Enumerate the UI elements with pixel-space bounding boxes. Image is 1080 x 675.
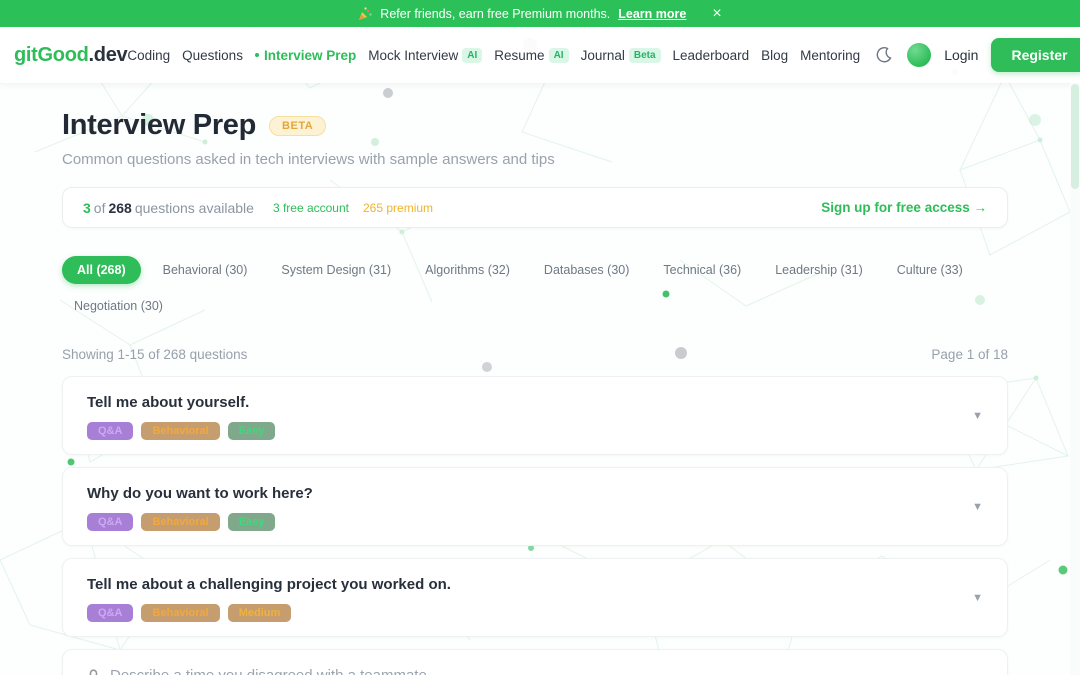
free-account-note: 3 free account — [273, 201, 349, 215]
banner-learn-more-link[interactable]: Learn more — [618, 7, 686, 21]
login-link[interactable]: Login — [944, 47, 978, 63]
nav-item-questions[interactable]: Questions — [182, 48, 243, 63]
site-logo[interactable]: gitGood.dev — [14, 44, 127, 67]
question-title: Why do you want to work here? — [87, 484, 963, 503]
question-title: Tell me about a challenging project you … — [87, 575, 963, 594]
dark-mode-toggle[interactable] — [874, 45, 894, 65]
filter-chip-negotiation-30[interactable]: Negotiation (30) — [62, 292, 175, 320]
nav-item-label: Mentoring — [800, 48, 860, 63]
tag-medium: Medium — [228, 604, 292, 622]
availability-bar: 3 of 268 questions available 3 free acco… — [62, 187, 1008, 228]
filter-chip-databases-30[interactable]: Databases (30) — [532, 256, 641, 284]
main-content: Interview Prep BETA Common questions ask… — [62, 83, 1008, 675]
tag-q-a: Q&A — [87, 604, 133, 622]
filter-chip-technical-36[interactable]: Technical (36) — [651, 256, 753, 284]
nav-item-label: Mock Interview — [368, 48, 458, 63]
signup-cta-link[interactable]: Sign up for free access → — [821, 200, 987, 215]
filter-chip-all-268[interactable]: All (268) — [62, 256, 141, 284]
question-card[interactable]: Tell me about a challenging project you … — [62, 558, 1008, 637]
showing-count: Showing 1-15 of 268 questions — [62, 347, 247, 362]
nav-item-label: Blog — [761, 48, 788, 63]
tag-behavioral: Behavioral — [141, 422, 219, 440]
tag-q-a: Q&A — [87, 422, 133, 440]
filter-chip-system-design-31[interactable]: System Design (31) — [269, 256, 403, 284]
nav-right: Login Register — [874, 38, 1080, 72]
filter-chip-culture-33[interactable]: Culture (33) — [885, 256, 975, 284]
promo-banner: Refer friends, earn free Premium months.… — [0, 0, 1080, 27]
nav-item-badge: AI — [549, 48, 569, 63]
free-count: 3 — [83, 200, 91, 216]
question-list: Tell me about yourself. Q&A Behavioral Easy… — [62, 376, 1008, 675]
logo-brand: gitGood — [14, 44, 89, 66]
chevron-down-icon[interactable]: ▼ — [972, 410, 983, 422]
nav-item-label: Questions — [182, 48, 243, 63]
filter-chip-behavioral-30[interactable]: Behavioral (30) — [151, 256, 260, 284]
availability-label: questions available — [135, 200, 254, 216]
page-title: Interview Prep — [62, 109, 256, 142]
question-tags: Q&A Behavioral Medium — [87, 604, 963, 622]
question-title-text: Describe a time you disagreed with a tea… — [110, 666, 431, 675]
question-title-text: Tell me about yourself. — [87, 393, 249, 412]
tag-q-a: Q&A — [87, 513, 133, 531]
nav-item-mock-interview[interactable]: Mock Interview AI — [368, 48, 482, 63]
tag-easy: Easy — [228, 513, 276, 531]
tag-behavioral: Behavioral — [141, 604, 219, 622]
results-meta: Showing 1-15 of 268 questions Page 1 of … — [62, 347, 1008, 362]
chevron-down-icon[interactable]: ▼ — [972, 501, 983, 513]
nav-item-mentoring[interactable]: Mentoring — [800, 48, 860, 63]
filter-chips: All (268) Behavioral (30) System Design (3… — [62, 256, 1008, 320]
nav-item-label: Interview Prep — [264, 48, 356, 63]
lock-icon — [87, 669, 100, 675]
nav-item-label: Journal — [581, 48, 625, 63]
filter-chip-leadership-31[interactable]: Leadership (31) — [763, 256, 875, 284]
nav-item-journal[interactable]: Journal Beta — [581, 48, 661, 63]
tag-easy: Easy — [228, 422, 276, 440]
nav-item-label: Coding — [127, 48, 170, 63]
total-count: 268 — [108, 200, 131, 216]
banner-text: Refer friends, earn free Premium months. — [380, 7, 610, 21]
nav-item-blog[interactable]: Blog — [761, 48, 788, 63]
question-title: Tell me about yourself. — [87, 393, 963, 412]
beta-badge: BETA — [269, 116, 326, 136]
nav-item-badge: AI — [462, 48, 482, 63]
nav-item-resume[interactable]: Resume AI — [494, 48, 568, 63]
scrollbar-track — [1070, 83, 1080, 675]
party-popper-icon — [358, 7, 372, 21]
navbar: gitGood.dev Coding Questions Interview Pre… — [0, 27, 1080, 83]
page-indicator: Page 1 of 18 — [931, 347, 1008, 362]
of-word: of — [94, 200, 106, 216]
tag-behavioral: Behavioral — [141, 513, 219, 531]
question-tags: Q&A Behavioral Easy — [87, 513, 963, 531]
register-button[interactable]: Register — [991, 38, 1080, 72]
premium-note: 265 premium — [363, 201, 433, 215]
question-card[interactable]: Describe a time you disagreed with a tea… — [62, 649, 1008, 675]
nav-item-coding[interactable]: Coding — [127, 48, 170, 63]
question-card[interactable]: Why do you want to work here? Q&A Behavior… — [62, 467, 1008, 546]
question-tags: Q&A Behavioral Easy — [87, 422, 963, 440]
nav-item-label: Leaderboard — [673, 48, 750, 63]
avatar-circle[interactable] — [907, 43, 931, 67]
nav-item-interview-prep[interactable]: Interview Prep — [255, 48, 356, 63]
banner-close-icon[interactable]: × — [712, 6, 721, 22]
question-title-text: Why do you want to work here? — [87, 484, 313, 503]
nav-item-leaderboard[interactable]: Leaderboard — [673, 48, 750, 63]
nav-links: Coding Questions Interview Prep Mock Interv… — [127, 48, 860, 63]
nav-item-badge: Beta — [629, 48, 661, 63]
logo-suffix: .dev — [89, 44, 128, 66]
nav-item-label: Resume — [494, 48, 544, 63]
filter-chip-algorithms-32[interactable]: Algorithms (32) — [413, 256, 522, 284]
question-card[interactable]: Tell me about yourself. Q&A Behavioral Easy… — [62, 376, 1008, 455]
page-subtitle: Common questions asked in tech interview… — [62, 151, 1008, 168]
moon-icon — [876, 47, 892, 63]
question-title: Describe a time you disagreed with a tea… — [87, 666, 963, 675]
question-title-text: Tell me about a challenging project you … — [87, 575, 451, 594]
chevron-down-icon[interactable]: ▼ — [972, 592, 983, 604]
scrollbar-thumb[interactable] — [1071, 84, 1079, 189]
